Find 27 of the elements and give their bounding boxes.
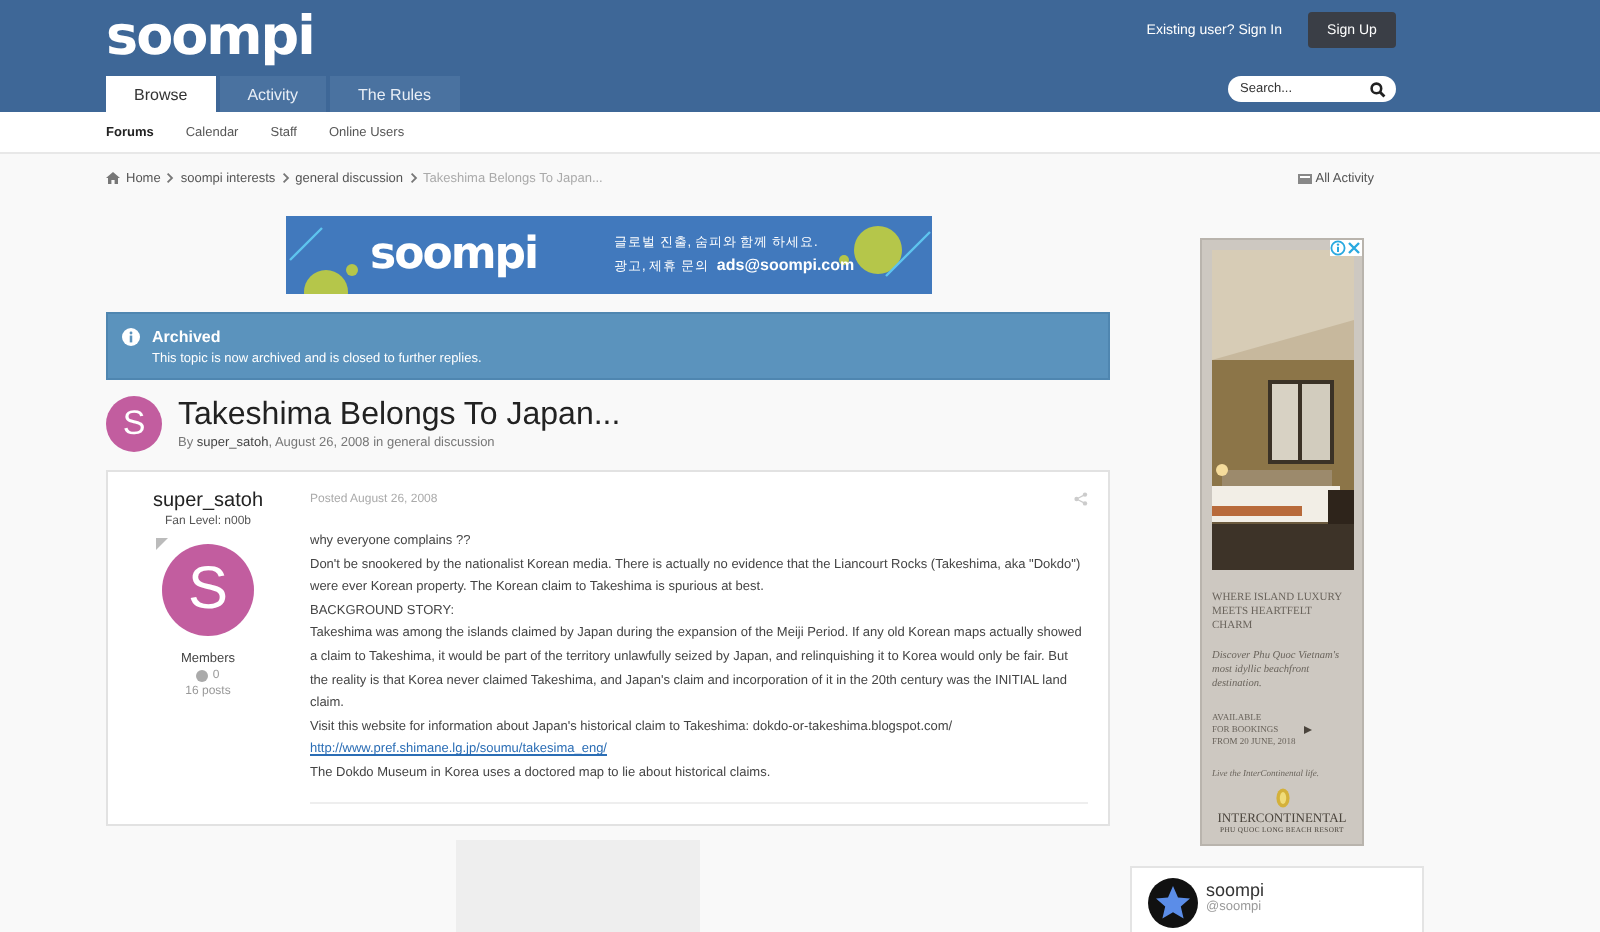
reputation-icon [196, 670, 209, 682]
corner-icon [156, 538, 168, 550]
activity-icon [1297, 173, 1312, 183]
close-icon[interactable] [1346, 240, 1362, 256]
notice-title: Archived [152, 327, 223, 345]
nav-tab[interactable]: The Rules [330, 76, 459, 112]
home-icon [106, 172, 120, 184]
banner-logo: soompi [370, 230, 540, 280]
author-name[interactable]: super_satoh [152, 490, 264, 512]
nav-tab[interactable]: Activity [219, 76, 327, 112]
user-avatar[interactable]: S [106, 396, 162, 452]
nav-tab[interactable]: Browse [106, 76, 216, 112]
search-icon[interactable] [1370, 81, 1386, 97]
play-icon [1303, 726, 1312, 734]
site-logo[interactable]: soompi [106, 8, 459, 68]
side-ad[interactable] [1200, 238, 1364, 846]
info-icon [122, 328, 140, 346]
chevron-icon [281, 172, 290, 184]
topic-title: Takeshima Belongs To Japan... [178, 398, 621, 434]
chevron-icon [409, 172, 418, 184]
banner-email: ads@soompi.com [716, 256, 855, 274]
star-avatar-icon[interactable] [1148, 878, 1198, 928]
info-icon[interactable] [1330, 240, 1346, 256]
user-avatar[interactable]: S [162, 544, 254, 636]
brand-logo-icon [1275, 788, 1289, 808]
chevron-icon [166, 172, 175, 184]
account-name[interactable]: soompi [1206, 880, 1265, 900]
